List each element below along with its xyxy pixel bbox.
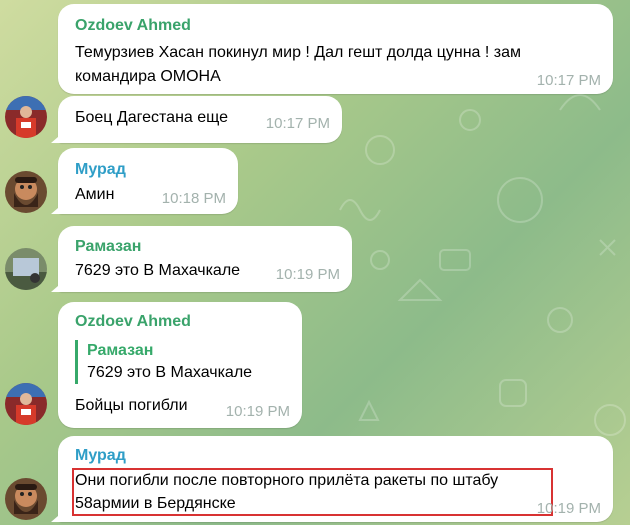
message-bubble-5[interactable]: Ozdoev Ahmed Рамазан 7629 это В Махачкал… bbox=[58, 302, 302, 428]
avatar-user-photo[interactable] bbox=[5, 96, 47, 138]
avatar-user-photo[interactable] bbox=[5, 478, 47, 520]
message-text-line: командира ОМОНА bbox=[75, 68, 221, 85]
message-bubble-4[interactable]: Рамазан 7629 это В Махачкале 10:19 PM bbox=[58, 226, 352, 292]
avatar-user-photo[interactable] bbox=[5, 171, 47, 213]
message-bubble-2[interactable]: Боец Дагестана еще 10:17 PM bbox=[58, 96, 342, 143]
sender-name[interactable]: Мурад bbox=[75, 161, 126, 179]
reply-sender-name: Рамазан bbox=[87, 342, 154, 359]
message-text-line: Темурзиев Хасан покинул мир ! Дал гешт д… bbox=[75, 44, 522, 61]
sender-name[interactable]: Мурад bbox=[75, 447, 126, 465]
message-bubble-3[interactable]: Мурад Амин 10:18 PM bbox=[58, 148, 238, 214]
message-time: 10:18 PM bbox=[161, 190, 226, 207]
message-time: 10:17 PM bbox=[265, 115, 330, 132]
sender-name[interactable]: Ozdoev Ahmed bbox=[75, 17, 191, 35]
reply-text: 7629 это В Махачкале bbox=[87, 364, 253, 381]
message-bubble-6[interactable]: Мурад Они погибли после повторного прилё… bbox=[58, 436, 613, 522]
highlight-box bbox=[72, 468, 553, 516]
message-text: Бойцы погибли bbox=[75, 397, 188, 414]
message-time: 10:19 PM bbox=[275, 266, 340, 283]
avatar-user-photo[interactable] bbox=[5, 248, 47, 290]
message-text: Амин bbox=[75, 186, 115, 203]
message-time: 10:17 PM bbox=[536, 72, 601, 89]
message-time: 10:19 PM bbox=[536, 500, 601, 517]
message-bubble-1[interactable]: Ozdoev Ahmed Темурзиев Хасан покинул мир… bbox=[58, 4, 613, 94]
reply-quote[interactable]: Рамазан 7629 это В Махачкале bbox=[75, 340, 252, 384]
sender-name[interactable]: Ozdoev Ahmed bbox=[75, 313, 191, 331]
message-text: Боец Дагестана еще bbox=[75, 109, 229, 126]
sender-name[interactable]: Рамазан bbox=[75, 238, 141, 256]
avatar-user-photo[interactable] bbox=[5, 383, 47, 425]
message-text: 7629 это В Махачкале bbox=[75, 262, 241, 279]
message-time: 10:19 PM bbox=[225, 403, 290, 420]
